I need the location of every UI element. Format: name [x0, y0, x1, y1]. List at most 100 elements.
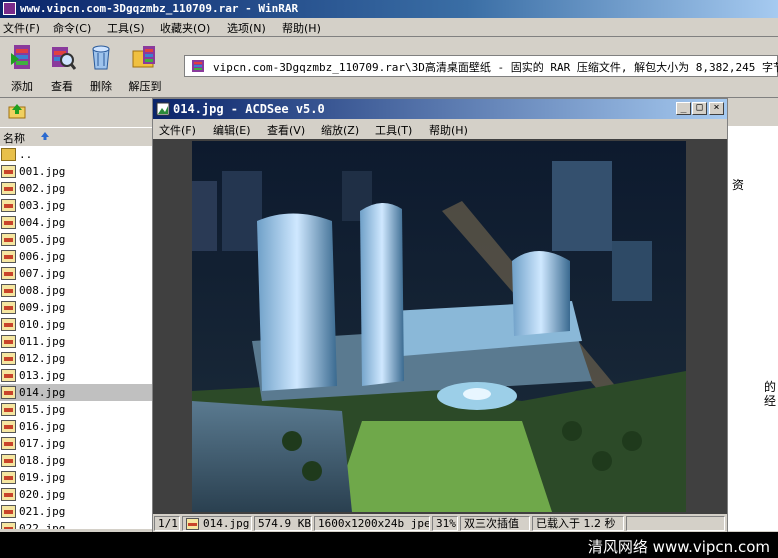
maximize-button[interactable]: □ [692, 102, 707, 115]
file-row[interactable]: 001.jpg [0, 163, 152, 180]
file-row[interactable]: 016.jpg [0, 418, 152, 435]
pane-fragment: 经 [764, 394, 777, 408]
navigation-row [0, 98, 152, 126]
file-list[interactable]: .. 001.jpg 002.jpg 003.jpg 004.jpg 005.jpg 006… [0, 146, 152, 529]
acdsee-title-bar[interactable]: 014.jpg - ACDSee v5.0 _ □ × [153, 99, 727, 119]
file-row[interactable]: 021.jpg [0, 503, 152, 520]
acd-menu-view[interactable]: 查看(V) [267, 122, 305, 138]
winrar-app-icon [3, 2, 16, 15]
menu-help[interactable]: 帮助(H) [282, 20, 321, 36]
menu-command[interactable]: 命令(C) [53, 20, 91, 36]
jpg-file-icon [1, 437, 16, 450]
file-name: 015.jpg [19, 403, 66, 416]
file-name: 004.jpg [19, 216, 66, 229]
acdsee-window[interactable]: 014.jpg - ACDSee v5.0 _ □ × 文件(F) 编辑(E) … [152, 98, 728, 533]
column-name-header[interactable]: 名称 [3, 130, 25, 146]
extract-icon [132, 46, 155, 68]
status-filename: 014.jpg [182, 516, 252, 531]
file-row[interactable]: 013.jpg [0, 367, 152, 384]
acdsee-menu-bar: 文件(F) 编辑(E) 查看(V) 缩放(Z) 工具(T) 帮助(H) [153, 119, 727, 139]
sort-ascending-icon [41, 132, 49, 140]
acd-menu-zoom[interactable]: 缩放(Z) [321, 122, 359, 138]
file-row[interactable]: 012.jpg [0, 350, 152, 367]
winrar-title-bar[interactable]: www.vipcn.com-3Dgqzmbz_110709.rar - WinR… [0, 0, 778, 18]
jpg-file-icon [1, 386, 16, 399]
jpg-file-icon [1, 454, 16, 467]
menu-file[interactable]: 文件(F) [3, 20, 40, 36]
close-button[interactable]: × [709, 102, 724, 115]
jpg-file-icon [1, 369, 16, 382]
file-row[interactable]: 005.jpg [0, 231, 152, 248]
jpg-file-icon [1, 488, 16, 501]
image-viewport[interactable] [153, 139, 727, 514]
add-button-label: 添加 [11, 80, 33, 93]
archive-path-bar[interactable]: vipcn.com-3Dgqzmbz_110709.rar\3D高清桌面壁纸 -… [184, 55, 778, 77]
jpg-file-icon [1, 216, 16, 229]
file-row[interactable]: 010.jpg [0, 316, 152, 333]
status-filesize: 574.9 KB [254, 516, 312, 531]
file-row[interactable]: 022.jpg [0, 520, 152, 529]
winrar-info-pane: 资 的 经 [728, 126, 778, 531]
file-name: 019.jpg [19, 471, 66, 484]
acd-menu-tools[interactable]: 工具(T) [375, 122, 412, 138]
archive-info-text: vipcn.com-3Dgqzmbz_110709.rar\3D高清桌面壁纸 -… [213, 61, 778, 74]
jpg-file-icon [1, 505, 16, 518]
jpg-file-icon [1, 165, 16, 178]
file-name: 018.jpg [19, 454, 66, 467]
file-row[interactable]: 018.jpg [0, 452, 152, 469]
view-icon [52, 47, 77, 70]
jpg-file-icon [1, 267, 16, 280]
file-row[interactable]: 020.jpg [0, 486, 152, 503]
acdsee-app-icon [156, 102, 170, 116]
file-row[interactable]: 006.jpg [0, 248, 152, 265]
jpg-file-icon [1, 403, 16, 416]
file-name: 007.jpg [19, 267, 66, 280]
jpg-file-icon [1, 284, 16, 297]
file-name: 010.jpg [19, 318, 66, 331]
extract-button[interactable]: 解压到 [124, 41, 166, 93]
file-row[interactable]: 014.jpg [0, 384, 152, 401]
menu-options[interactable]: 选项(N) [227, 20, 266, 36]
file-row[interactable]: 017.jpg [0, 435, 152, 452]
file-row[interactable]: 003.jpg [0, 197, 152, 214]
menu-tools[interactable]: 工具(S) [107, 20, 145, 36]
file-row[interactable]: 011.jpg [0, 333, 152, 350]
up-folder-icon[interactable] [8, 102, 26, 120]
acd-menu-edit[interactable]: 编辑(E) [213, 122, 251, 138]
file-row[interactable]: 002.jpg [0, 180, 152, 197]
folder-icon [1, 148, 16, 161]
file-row[interactable]: 015.jpg [0, 401, 152, 418]
winrar-menu-bar: 文件(F) 命令(C) 工具(S) 收藏夹(O) 选项(N) 帮助(H) [0, 18, 778, 37]
acd-menu-help[interactable]: 帮助(H) [429, 122, 468, 138]
file-list-header[interactable]: 名称 [0, 127, 152, 147]
minimize-button[interactable]: _ [676, 102, 691, 115]
file-row[interactable]: 007.jpg [0, 265, 152, 282]
acd-menu-file[interactable]: 文件(F) [159, 122, 196, 138]
watermark-text: 清风网络 www.vipcn.com [587, 538, 770, 556]
file-row[interactable]: 008.jpg [0, 282, 152, 299]
file-name: 021.jpg [19, 505, 66, 518]
parent-folder-row[interactable]: .. [0, 146, 152, 163]
status-zoom: 31% [432, 516, 458, 531]
file-row[interactable]: 004.jpg [0, 214, 152, 231]
status-index: 1/1 [154, 516, 180, 531]
file-name: 011.jpg [19, 335, 66, 348]
archive-icon [192, 60, 204, 72]
jpg-file-icon [1, 522, 16, 529]
file-name: 014.jpg [19, 386, 66, 399]
add-button[interactable]: 添加 [4, 41, 40, 93]
add-icon [11, 45, 30, 69]
file-row[interactable]: 009.jpg [0, 299, 152, 316]
jpg-file-icon [1, 199, 16, 212]
file-name: 005.jpg [19, 233, 66, 246]
file-row[interactable]: 019.jpg [0, 469, 152, 486]
winrar-window-title: www.vipcn.com-3Dgqzmbz_110709.rar - WinR… [20, 2, 299, 15]
file-name: .. [19, 148, 33, 161]
status-load-time: 已载入于 1.2 秒 [532, 516, 624, 531]
menu-favorites[interactable]: 收藏夹(O) [160, 20, 210, 36]
file-name: 022.jpg [19, 522, 66, 529]
file-name: 002.jpg [19, 182, 66, 195]
view-button[interactable]: 查看 [44, 41, 80, 93]
delete-icon [92, 45, 110, 70]
delete-button[interactable]: 删除 [83, 41, 119, 93]
